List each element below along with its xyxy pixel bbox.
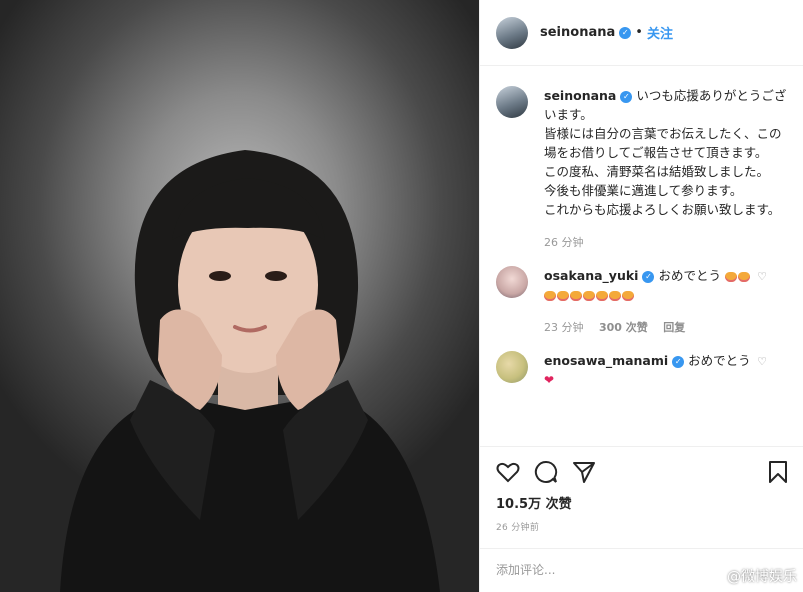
caption-line: 皆様には自分の言葉でお伝えしたく、この場をお借りしてご報告させて頂きます。 (544, 126, 782, 160)
comment-item: osakana_yuki ✓ おめでとう 23 分钟 300 次赞 回复 ♡ (496, 266, 787, 337)
commenter-avatar[interactable] (496, 351, 528, 383)
caption-line: 今後も俳優業に邁進して参ります。 (544, 183, 743, 198)
emoji-icon (737, 271, 750, 282)
comment-item: enosawa_manami ✓ おめでとう ❤ ♡ (496, 351, 787, 390)
emoji-icon (596, 290, 608, 301)
watermark: @微博娱乐 (727, 569, 797, 585)
post-time: 26 分钟前 (496, 523, 540, 533)
portrait-illustration (60, 150, 440, 592)
author-avatar[interactable] (496, 86, 528, 118)
post-photo[interactable] (0, 0, 479, 592)
post-header: seinonana ✓ • 关注 (480, 0, 803, 66)
emoji-icon (557, 290, 569, 301)
verified-icon: ✓ (620, 90, 633, 103)
like-count[interactable]: 10.5万 次赞 (496, 493, 788, 512)
caption-username[interactable]: seinonana (544, 88, 616, 103)
comment-time[interactable]: 23 分钟 (544, 321, 584, 334)
emoji-icon (609, 290, 621, 301)
emoji-icon (724, 271, 737, 282)
comments-list: seinonana ✓ いつも応援ありがとうございます。 皆様には自分の言葉でお伝… (480, 66, 803, 446)
follow-button[interactable]: 关注 (647, 23, 673, 42)
post-actions: 10.5万 次赞 26 分钟前 (480, 446, 803, 533)
comment-text: おめでとう (658, 268, 721, 283)
emoji-icon (622, 290, 634, 301)
author-avatar[interactable] (496, 16, 528, 49)
emoji-icon (544, 290, 556, 301)
caption-line: この度私、清野菜名は結婚致しました。 (544, 164, 770, 179)
instagram-post: seinonana ✓ • 关注 seinonana ✓ いつも応援ありがとうござ… (0, 0, 803, 592)
caption-time[interactable]: 26 分钟 (544, 236, 584, 249)
post-side-panel: seinonana ✓ • 关注 seinonana ✓ いつも応援ありがとうござ… (479, 0, 803, 592)
like-comment-icon[interactable]: ♡ (757, 270, 767, 283)
caption: seinonana ✓ いつも応援ありがとうございます。 皆様には自分の言葉でお伝… (496, 86, 787, 252)
comment-likes[interactable]: 300 次赞 (599, 321, 648, 334)
reply-button[interactable]: 回复 (663, 321, 685, 334)
author-username[interactable]: seinonana (540, 25, 615, 40)
share-icon[interactable] (572, 460, 596, 484)
verified-icon: ✓ (672, 355, 685, 368)
commenter-username[interactable]: osakana_yuki (544, 268, 638, 283)
heart-emoji-icon: ❤ (544, 373, 555, 387)
caption-line: これからも応援よろしくお願い致します。 (544, 202, 781, 217)
commenter-username[interactable]: enosawa_manami (544, 353, 668, 368)
like-comment-icon[interactable]: ♡ (757, 355, 767, 368)
add-comment-placeholder[interactable]: 添加评论... (496, 563, 555, 577)
emoji-icon (570, 290, 582, 301)
verified-icon: ✓ (642, 270, 655, 283)
comment-icon[interactable] (534, 460, 558, 484)
separator-dot: • (635, 25, 643, 40)
save-bookmark-icon[interactable] (768, 460, 788, 484)
like-icon[interactable] (496, 461, 520, 483)
commenter-avatar[interactable] (496, 266, 528, 298)
comment-text: おめでとう (688, 353, 751, 368)
verified-icon: ✓ (619, 26, 632, 39)
emoji-icon (583, 290, 595, 301)
